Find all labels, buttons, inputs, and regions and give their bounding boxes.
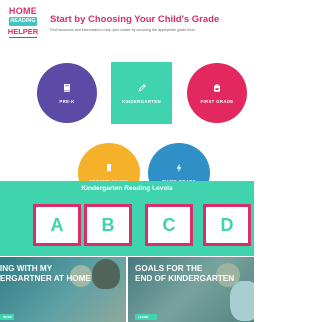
reading-level-b[interactable]: B: [84, 204, 132, 246]
grade-label: FIRST GRADE: [200, 98, 234, 104]
bookmark-icon: [107, 163, 111, 172]
lightning-icon: [176, 163, 182, 172]
grade-label: PRE-K: [59, 98, 75, 104]
card-title-line: GOALS FOR THE: [135, 264, 203, 273]
grade-button-first-grade[interactable]: FIRST GRADE: [187, 63, 247, 123]
reading-level-d[interactable]: D: [203, 204, 251, 246]
reading-level-c[interactable]: C: [145, 204, 193, 246]
feature-card-goals[interactable]: GOALS FOR THE END OF KINDERGARTEN LEARN …: [128, 257, 254, 322]
page-header: HOME READING HELPER Start by Choosing Yo…: [0, 0, 254, 50]
card-more-button[interactable]: MORE: [0, 314, 14, 320]
logo-underline: [9, 37, 37, 38]
backpack-icon: [214, 83, 220, 92]
book-icon: [64, 83, 70, 92]
reading-level-a[interactable]: A: [33, 204, 81, 246]
card-title-line: DERGARTNER AT HOME: [0, 274, 91, 283]
home-reading-helper-logo[interactable]: HOME READING HELPER: [6, 6, 40, 42]
page-title: Start by Choosing Your Child's Grade: [50, 14, 220, 25]
reading-levels-section: Kindergarten Reading Levels A B C D: [0, 181, 254, 256]
card-learn-more-button[interactable]: LEARN MORE: [135, 314, 157, 322]
card-title: GOALS FOR THE END OF KINDERGARTEN: [135, 264, 234, 284]
card-title-line: END OF KINDERGARTEN: [135, 274, 235, 283]
logo-reading-text: READING: [9, 17, 37, 26]
page-subtitle: Find resources and information to help y…: [50, 28, 196, 32]
feature-card-reading-at-home[interactable]: DING WITH MY DERGARTNER AT HOME MORE: [0, 257, 126, 322]
grade-button-kindergarten[interactable]: KINDERGARTEN: [111, 62, 172, 124]
grade-button-pre-k[interactable]: PRE-K: [37, 63, 97, 123]
pencil-icon: [137, 83, 146, 92]
card-title-line: DING WITH MY: [0, 264, 53, 273]
logo-helper-text: HELPER: [7, 27, 39, 36]
logo-home-text: HOME: [8, 6, 38, 16]
reading-levels-title: Kindergarten Reading Levels: [81, 185, 173, 192]
grade-label: KINDERGARTEN: [122, 98, 161, 104]
card-title: DING WITH MY DERGARTNER AT HOME: [0, 264, 91, 284]
